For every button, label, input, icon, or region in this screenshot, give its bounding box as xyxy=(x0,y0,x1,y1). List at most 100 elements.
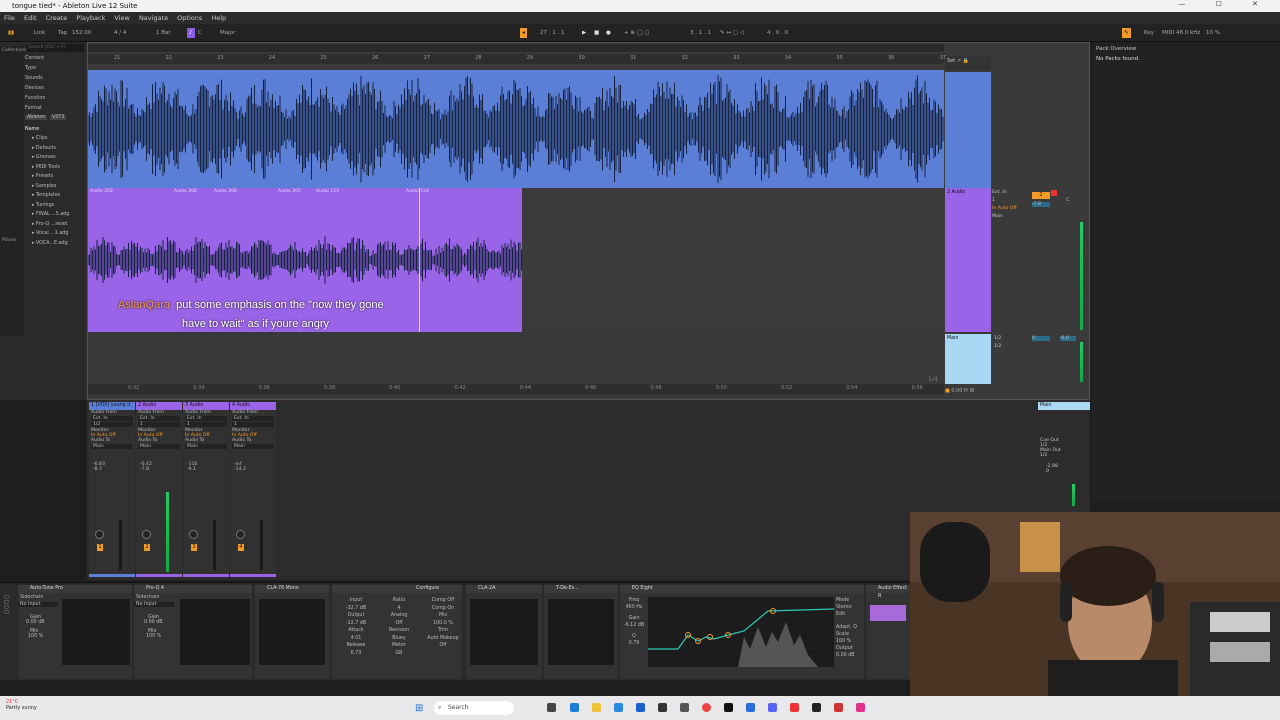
volume-value[interactable]: -6.42 xyxy=(136,450,182,467)
browser-item[interactable]: ▸ Tunings xyxy=(32,203,54,208)
set-button[interactable]: Set ↗ 🔒 xyxy=(945,56,991,70)
cla2a-input[interactable]: -32.7 dB xyxy=(342,605,370,613)
taskbar-search[interactable]: ⌕ Search xyxy=(434,701,514,715)
filter-sounds[interactable]: Sounds xyxy=(25,76,43,81)
device-eq-eight[interactable]: EQ Eight Freq 460 Hz Gain -6.12 dB Q 0.7… xyxy=(620,585,864,679)
track-activator[interactable]: 4 xyxy=(238,544,244,551)
eq-curve-display[interactable] xyxy=(648,597,834,667)
browser-search-input[interactable]: Search (Ctrl + F) xyxy=(26,44,84,52)
strip-name[interactable]: 3 Audio xyxy=(183,402,229,410)
time-signature[interactable]: 4 / 4 xyxy=(112,28,128,38)
device-eq-title[interactable]: EQ Eight xyxy=(620,585,864,593)
eq-scale[interactable]: 100 % xyxy=(836,638,857,645)
cla2a-output[interactable]: -22.7 dB xyxy=(342,620,370,628)
app-icon-1[interactable] xyxy=(658,703,667,712)
loop-length[interactable]: 4 . 0 . 0 xyxy=(765,28,790,38)
cla2a-ratio[interactable]: 4 xyxy=(384,605,414,613)
edge-icon[interactable] xyxy=(570,703,579,712)
key-root[interactable]: C xyxy=(196,28,204,38)
main-strip-name[interactable]: Main xyxy=(1038,402,1090,410)
audio-from-select[interactable]: Ext. In xyxy=(91,416,133,421)
play-icon[interactable]: ▶ xyxy=(580,28,588,38)
audio-to-select[interactable]: Main xyxy=(232,444,274,449)
quantize-menu[interactable]: 1 Bar xyxy=(154,28,173,38)
device-autotune-title[interactable]: Auto-Tune Pro xyxy=(18,585,132,593)
mail-icon[interactable] xyxy=(636,703,645,712)
clip-label[interactable]: Audio 205 xyxy=(278,189,301,194)
track2-channel[interactable]: 1 xyxy=(992,198,1030,203)
input-channel-select[interactable]: 1 xyxy=(232,422,274,427)
loop-start[interactable]: 3 . 1 . 1 xyxy=(688,28,713,38)
view-toggle-icon[interactable]: ▮▮ xyxy=(6,28,16,38)
browser-item[interactable]: ▸ MIDI Tools xyxy=(32,165,60,170)
audio-to-select[interactable]: Main xyxy=(91,444,133,449)
filter-content[interactable]: Content xyxy=(25,56,44,61)
cla2a-comp-on[interactable]: Comp On xyxy=(424,605,462,613)
volume-value[interactable]: -6.83 xyxy=(89,450,135,467)
menu-help[interactable]: Help xyxy=(211,14,226,22)
browser-item[interactable]: ▸ Templates xyxy=(32,193,60,198)
audio-from-select[interactable]: Ext. In xyxy=(138,416,180,421)
device-cla2a-panel[interactable]: CLA-2A xyxy=(466,585,542,679)
main-track-header[interactable]: Main xyxy=(945,334,991,384)
cla2a-plugin-area[interactable] xyxy=(470,599,538,665)
browser-name-header[interactable]: Name xyxy=(25,127,39,132)
track2-input[interactable]: Ext. In xyxy=(992,190,1030,195)
scale-mode-icon[interactable]: ♪ xyxy=(187,28,195,38)
window-controls[interactable]: — ☐ ✕ xyxy=(1178,0,1272,8)
app-icon-2[interactable] xyxy=(680,703,689,712)
clip-label[interactable]: Audio 154 xyxy=(406,189,429,194)
cla2a-release[interactable]: 6.73 xyxy=(342,650,370,658)
menu-view[interactable]: View xyxy=(114,14,129,22)
cla2a-meter[interactable]: GR xyxy=(384,650,414,658)
follow-icon[interactable]: ◂ xyxy=(520,28,527,38)
clip-label[interactable]: Audio 208 xyxy=(174,189,197,194)
menu-playback[interactable]: Playback xyxy=(76,14,105,22)
tap-button[interactable]: Tap xyxy=(56,28,69,38)
autotune-plugin-area[interactable] xyxy=(62,599,130,665)
filter-devices[interactable]: Devices xyxy=(25,86,44,91)
eq-mode[interactable]: Stereo xyxy=(836,604,857,611)
filter-format[interactable]: Format xyxy=(25,106,42,111)
track2-output[interactable]: Main xyxy=(992,214,1030,219)
eq-freq[interactable]: 460 Hz xyxy=(622,604,646,611)
menu-edit[interactable]: Edit xyxy=(24,14,37,22)
track-activator[interactable]: 1 xyxy=(97,544,103,551)
vocal-track-lane[interactable] xyxy=(88,70,944,188)
device-cla76[interactable]: CLA-76 Mono xyxy=(255,585,329,679)
audio-from-select[interactable]: Ext. In xyxy=(232,416,274,421)
app-icon-3[interactable] xyxy=(746,703,755,712)
track2-pan[interactable]: C xyxy=(1066,198,1069,203)
tdees-plugin-area[interactable] xyxy=(548,599,614,665)
menu-file[interactable]: File xyxy=(4,14,15,22)
browser-item[interactable]: ▸ Pro-Q ...reset xyxy=(32,222,68,227)
clip-label[interactable]: Audio 153 xyxy=(316,189,339,194)
pan-knob[interactable] xyxy=(142,530,151,539)
cla76-plugin-area[interactable] xyxy=(259,599,325,665)
eq-edit[interactable]: Edit xyxy=(836,611,857,618)
track2-volume[interactable]: -7.8 xyxy=(1032,202,1050,207)
weather-widget[interactable]: 21°C Partly sunny xyxy=(6,699,37,711)
audio-from-select[interactable]: Ext. In xyxy=(185,416,227,421)
audio-to-select[interactable]: Main xyxy=(185,444,227,449)
key-map-icon[interactable]: ✎ xyxy=(1122,28,1131,38)
stop-icon[interactable]: ■ xyxy=(592,28,601,38)
browser-item[interactable]: ▸ FINAL ...5.adg xyxy=(32,212,69,217)
overview-bar[interactable] xyxy=(88,44,944,52)
store-icon[interactable] xyxy=(614,703,623,712)
cla2a-automakeup[interactable]: Off xyxy=(424,642,462,650)
discord-icon[interactable] xyxy=(768,703,777,712)
strip-name[interactable]: 1 [VOX] young it xyxy=(89,402,135,410)
tempo-field[interactable]: 152.00 xyxy=(70,28,93,38)
browser-item[interactable]: ▸ Samples xyxy=(32,184,56,189)
volume-value[interactable]: -110 xyxy=(183,450,229,467)
eq-gain[interactable]: -6.12 dB xyxy=(622,622,646,629)
key-label[interactable]: Key xyxy=(1142,28,1156,38)
filter-function[interactable]: Function xyxy=(25,96,45,101)
task-view-icon[interactable] xyxy=(547,703,556,712)
tag-vst3[interactable]: VST3 xyxy=(50,115,67,120)
device-tdees-title[interactable]: T-De-Es... xyxy=(544,585,618,593)
draw-mode-icon[interactable]: ✎ ↔ ▢ ◁ xyxy=(718,28,746,38)
eq-output[interactable]: 0.00 dB xyxy=(836,652,857,659)
pan-knob[interactable] xyxy=(236,530,245,539)
